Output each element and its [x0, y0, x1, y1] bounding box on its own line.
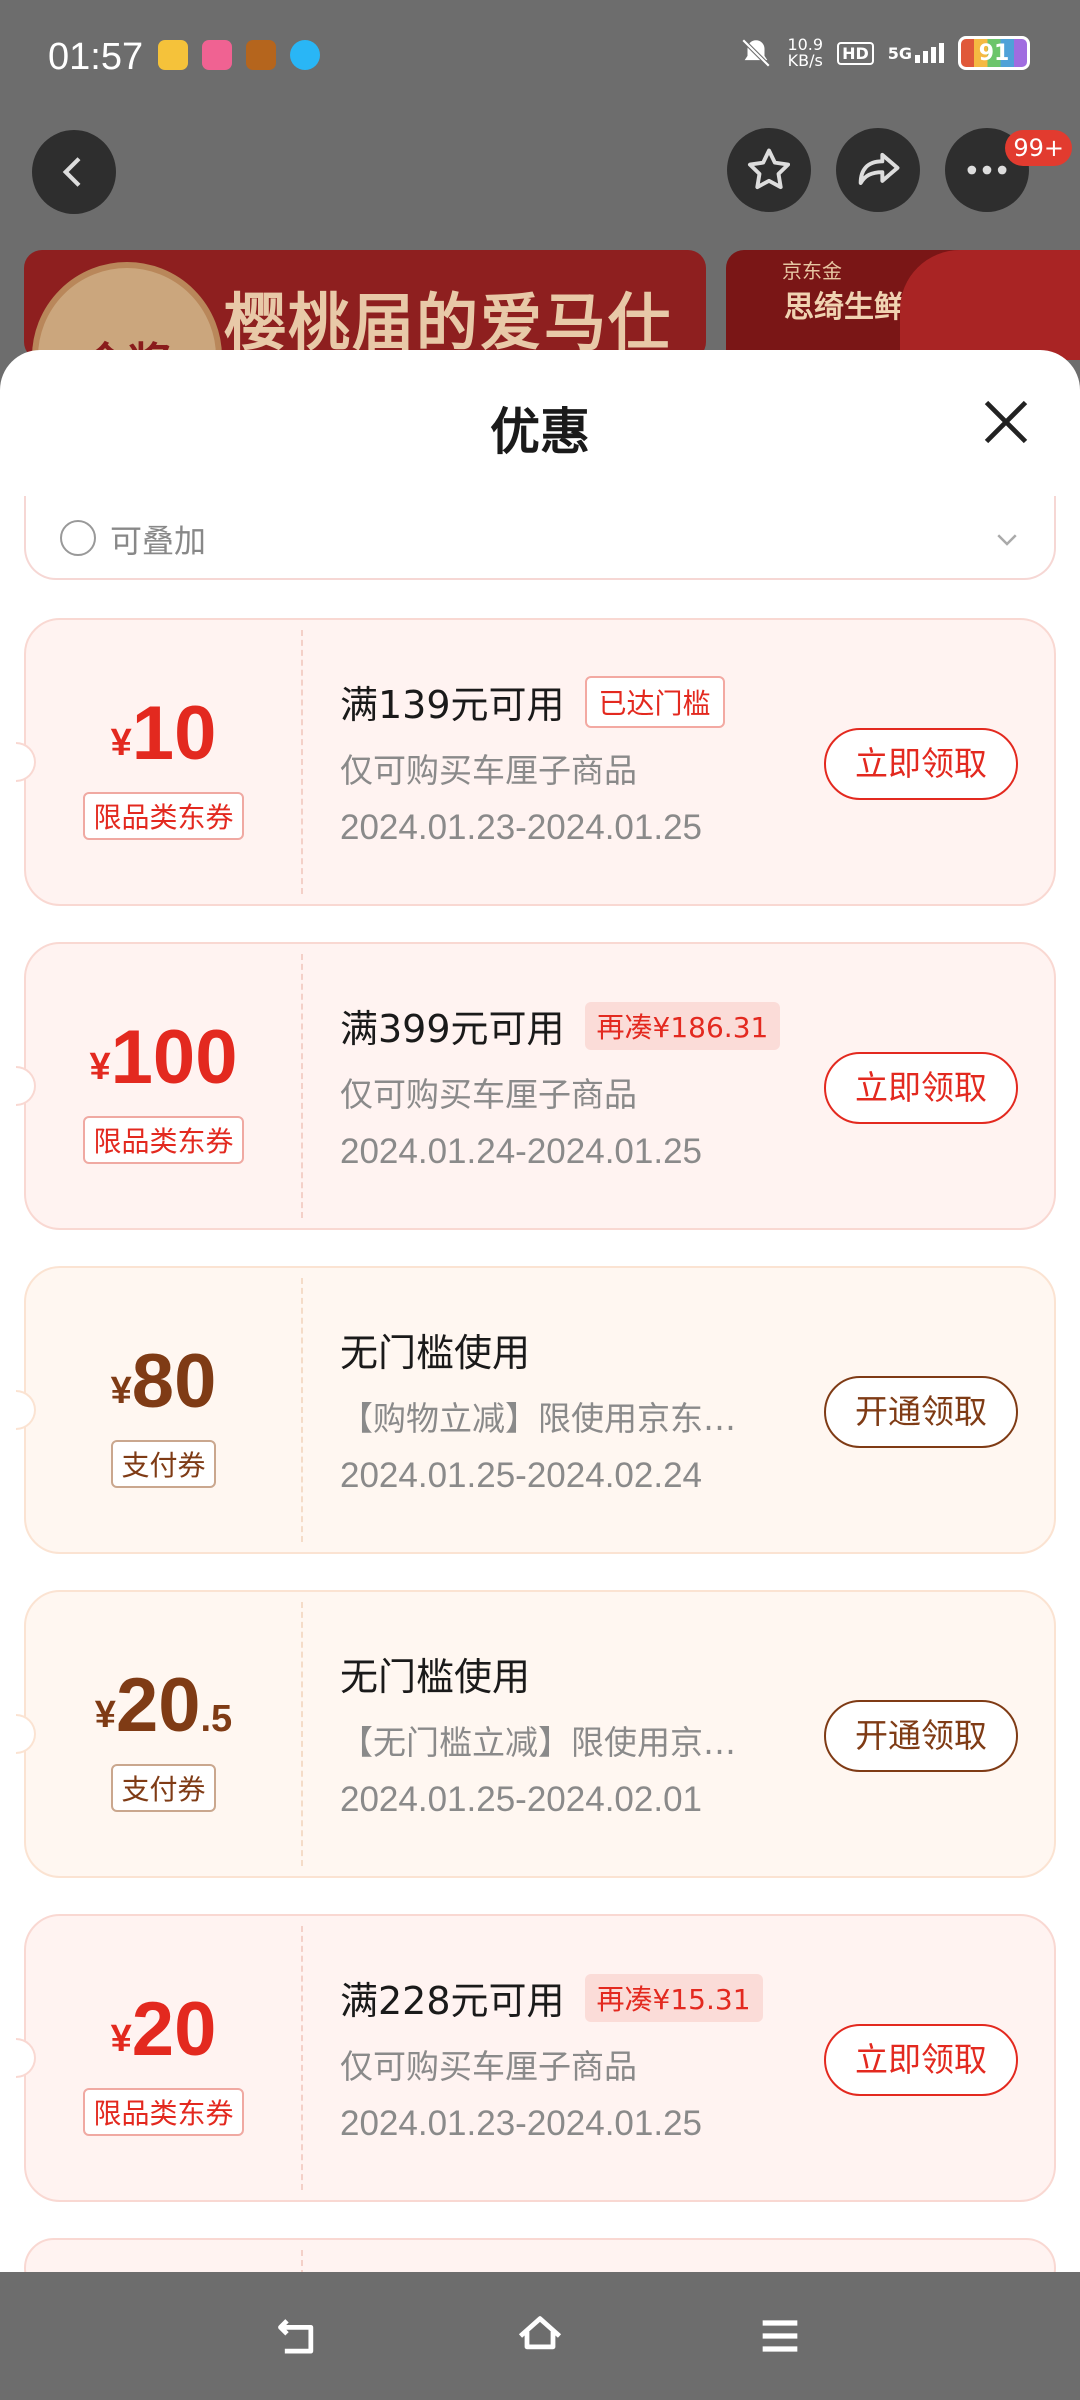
- coupon-type: 限品类东券: [26, 2088, 301, 2136]
- claim-button[interactable]: 立即领取: [824, 2024, 1018, 2096]
- coupon-type: 限品类东券: [26, 792, 301, 840]
- coupon-scope: 仅可购买车厘子商品: [340, 751, 637, 790]
- coupon-card: ¥20 限品类东券 满228元可用 再凑¥15.31 仅可购买车厘子商品 2024…: [16, 1914, 1056, 2202]
- threshold-chip: 已达门槛: [584, 675, 725, 728]
- coupon-divider: [301, 2250, 303, 2272]
- home-nav-icon[interactable]: [512, 2310, 568, 2362]
- chevron-left-icon: [62, 157, 81, 187]
- menu-nav-icon[interactable]: [752, 2310, 808, 2362]
- coupon-card: ¥80 支付券 无门槛使用 【购物立减】限使用京东… 2024.01.25-20…: [16, 1266, 1056, 1554]
- coupon-sheet: 优惠 可叠加 ¥10 限品类东券 满139元可用 已达门槛 仅可购买车厘子商品 2…: [0, 350, 1080, 2272]
- sheet-title: 优惠: [490, 403, 590, 461]
- coupon-divider: [301, 630, 303, 894]
- status-time: 01:57: [48, 36, 144, 78]
- promo-banner-2[interactable]: 京东金 思绮生鲜: [726, 250, 1080, 360]
- app-notification-icon: [202, 40, 232, 70]
- activate-claim-button[interactable]: 开通领取: [824, 1700, 1018, 1772]
- notification-icons: [158, 40, 320, 70]
- coupon-divider: [301, 954, 303, 1218]
- share-icon: [858, 152, 900, 185]
- coupon-condition: 满228元可用 再凑¥15.31: [340, 1970, 763, 2025]
- net-speed: 10.9 KB/s: [787, 37, 823, 69]
- stack-icon: [60, 520, 96, 556]
- chevron-down-icon: [997, 534, 1017, 546]
- coupon-condition: 无门槛使用: [340, 1655, 531, 1699]
- coupon-amount: ¥10: [110, 691, 217, 776]
- coupon-card: ¥10 限品类东券 满139元可用 已达门槛 仅可购买车厘子商品 2024.01.…: [16, 618, 1056, 906]
- coupon-date: 2024.01.23-2024.01.25: [340, 808, 702, 847]
- claim-button[interactable]: 立即领取: [824, 728, 1018, 800]
- promo-banner[interactable]: 金奖 樱桃届的爱马仕: [24, 250, 706, 360]
- battery-level: 91: [978, 40, 1010, 66]
- battery-icon: 91: [958, 36, 1030, 70]
- coupon-date: 2024.01.24-2024.01.25: [340, 1132, 702, 1171]
- coupon-type: 支付券: [26, 1764, 301, 1812]
- mute-bell-icon: [742, 38, 771, 68]
- signal-icon: 5G: [888, 43, 944, 63]
- coupon-card: ¥100 限品类东券 满399元可用 再凑¥186.31 仅可购买车厘子商品 20…: [16, 942, 1056, 1230]
- back-nav-icon[interactable]: [272, 2310, 328, 2362]
- coupon-type: 限品类东券: [26, 1116, 301, 1164]
- coupon-card: ¥20.5 支付券 无门槛使用 【无门槛立减】限使用京… 2024.01.25-…: [16, 1590, 1056, 1878]
- coupon-type: 支付券: [26, 1440, 301, 1488]
- net-speed-unit: KB/s: [787, 51, 823, 70]
- claim-button[interactable]: 立即领取: [824, 1052, 1018, 1124]
- coupon-amount: ¥20.5: [94, 1663, 233, 1748]
- app-notification-icon: [158, 40, 188, 70]
- coupon-amount: ¥80: [110, 1339, 217, 1424]
- coupon-date: 2024.01.25-2024.02.24: [340, 1456, 702, 1495]
- share-button[interactable]: [836, 128, 920, 212]
- app-notification-icon: [246, 40, 276, 70]
- coupon-date: 2024.01.25-2024.02.01: [340, 1780, 702, 1819]
- activate-claim-button[interactable]: 开通领取: [824, 1376, 1018, 1448]
- network-type: 5G: [887, 44, 912, 63]
- status-indicators: 10.9 KB/s HD 5G 91: [739, 36, 1030, 70]
- stackable-filter[interactable]: 可叠加: [24, 496, 1056, 580]
- coupon-condition: 满139元可用 已达门槛: [340, 674, 725, 729]
- banner-text: 樱桃届的爱马仕: [224, 286, 673, 359]
- coupon-card-partial: [24, 2238, 1056, 2272]
- coupon-condition: 无门槛使用: [340, 1331, 531, 1375]
- stackable-label: 可叠加: [110, 522, 207, 560]
- hd-icon: HD: [837, 41, 874, 65]
- coupon-divider: [301, 1926, 303, 2190]
- system-nav-bar: [0, 2272, 1080, 2400]
- coupon-divider: [301, 1278, 303, 1542]
- status-bar: 01:57 10.9 KB/s HD 5G 91: [0, 0, 1080, 115]
- favorite-button[interactable]: [727, 128, 811, 212]
- coupon-amount: ¥20: [110, 1987, 217, 2072]
- back-button[interactable]: [32, 130, 116, 214]
- banner-text-2: 思绮生鲜: [784, 290, 904, 325]
- qq-icon: [290, 40, 320, 70]
- coupon-scope: 仅可购买车厘子商品: [340, 1075, 637, 1114]
- coupon-divider: [301, 1602, 303, 1866]
- coupon-scope: 仅可购买车厘子商品: [340, 2047, 637, 2086]
- coupon-scope: 【购物立减】限使用京东…: [340, 1399, 736, 1438]
- banner-brand: 京东金: [782, 259, 842, 283]
- threshold-chip: 再凑¥186.31: [584, 1001, 781, 1050]
- coupon-scope: 【无门槛立减】限使用京…: [340, 1723, 736, 1762]
- banner-decoration: [900, 250, 1080, 360]
- close-icon[interactable]: [980, 396, 1032, 448]
- star-icon: [747, 148, 791, 190]
- coupon-amount: ¥100: [89, 1015, 238, 1100]
- notification-badge: 99+: [1005, 130, 1072, 166]
- coupon-condition: 满399元可用 再凑¥186.31: [340, 998, 781, 1053]
- award-seal: 金奖: [32, 262, 222, 360]
- threshold-chip: 再凑¥15.31: [584, 1973, 763, 2022]
- coupon-date: 2024.01.23-2024.01.25: [340, 2104, 702, 2143]
